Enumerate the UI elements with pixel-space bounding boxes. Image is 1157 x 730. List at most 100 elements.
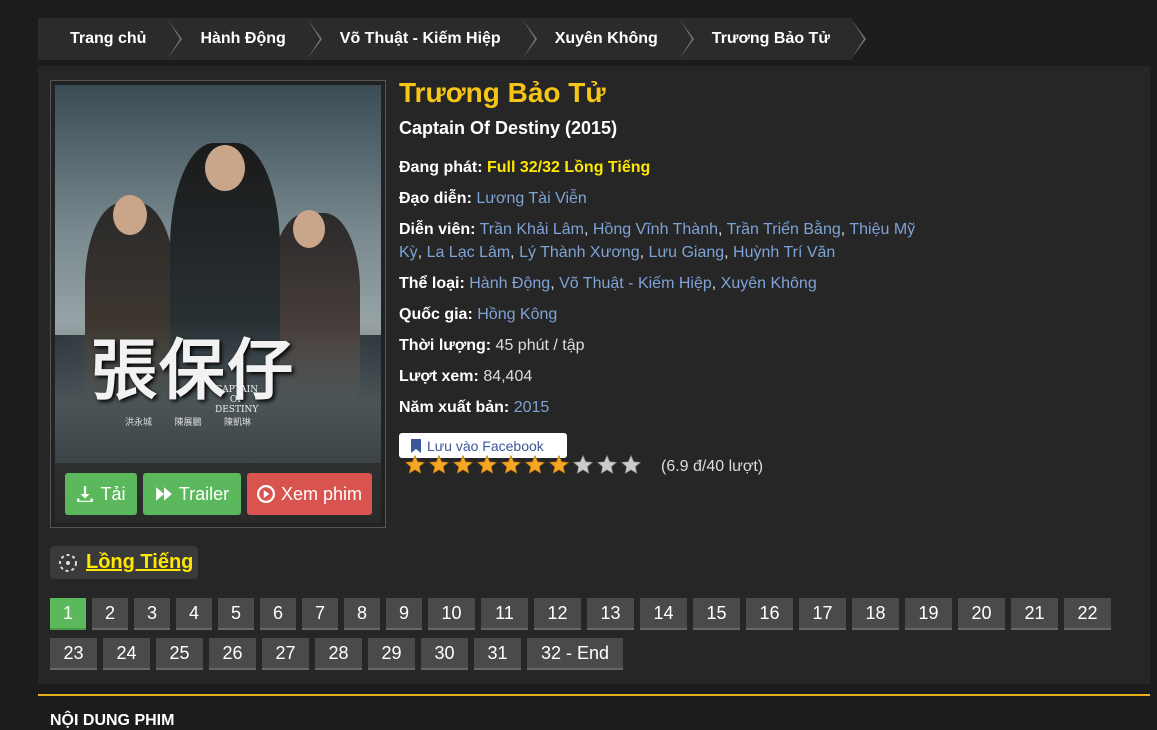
star-filled-icon[interactable] bbox=[404, 454, 426, 476]
star-filled-icon[interactable] bbox=[500, 454, 522, 476]
episode-button[interactable]: 6 bbox=[260, 598, 296, 630]
episode-button[interactable]: 30 bbox=[421, 638, 468, 670]
play-circle-icon bbox=[256, 485, 275, 503]
movie-panel: 張保仔 CAPTAIN OF DESTINY 洪永城 陳展鵬 陳凱琳 Tải T… bbox=[38, 66, 1150, 684]
cast-link[interactable]: Lưu Giang bbox=[649, 244, 725, 261]
views-value: 84,404 bbox=[483, 368, 533, 385]
episode-button[interactable]: 27 bbox=[262, 638, 309, 670]
episode-button[interactable]: 25 bbox=[156, 638, 203, 670]
cast-link[interactable]: Trần Khải Lâm bbox=[480, 221, 584, 238]
poster-calligraphy: 張保仔 bbox=[91, 331, 295, 409]
bookmark-icon bbox=[411, 438, 421, 453]
star-empty-icon[interactable] bbox=[572, 454, 594, 476]
episode-button[interactable]: 14 bbox=[640, 598, 687, 630]
spinner-icon bbox=[59, 553, 77, 572]
poster-caption: CAPTAIN OF DESTINY bbox=[215, 385, 259, 415]
episode-button[interactable]: 5 bbox=[218, 598, 254, 630]
episode-button[interactable]: 16 bbox=[746, 598, 793, 630]
star-empty-icon[interactable] bbox=[596, 454, 618, 476]
episode-button[interactable]: 13 bbox=[587, 598, 634, 630]
country-link[interactable]: Hồng Kông bbox=[477, 306, 557, 323]
section-divider bbox=[38, 694, 1150, 696]
episode-button[interactable]: 11 bbox=[481, 598, 528, 630]
episode-button[interactable]: 17 bbox=[799, 598, 846, 630]
episode-button[interactable]: 9 bbox=[386, 598, 422, 630]
rating-stars[interactable] bbox=[404, 454, 642, 476]
episode-button[interactable]: 29 bbox=[368, 638, 415, 670]
views-row: Lượt xem: 84,404 bbox=[399, 368, 533, 385]
episode-button[interactable]: 3 bbox=[134, 598, 170, 630]
episode-button[interactable]: 4 bbox=[176, 598, 212, 630]
genre-link[interactable]: Xuyên Không bbox=[721, 275, 817, 292]
star-filled-icon[interactable] bbox=[428, 454, 450, 476]
genre-row: Thể loại: Hành Động, Võ Thuật - Kiếm Hiệ… bbox=[399, 275, 817, 292]
breadcrumb: Trang chủ Hành Động Võ Thuật - Kiếm Hiệp… bbox=[38, 18, 866, 60]
episode-button[interactable]: 1 bbox=[50, 598, 86, 630]
poster-action-bar: Tải Trailer Xem phim bbox=[55, 463, 381, 523]
movie-title: Trương Bảo Tử bbox=[399, 77, 606, 108]
director-row: Đạo diễn: Lương Tài Viễn bbox=[399, 190, 587, 207]
download-button[interactable]: Tải bbox=[65, 473, 137, 515]
episode-button[interactable]: 7 bbox=[302, 598, 338, 630]
poster-head-center bbox=[205, 145, 245, 191]
episode-button[interactable]: 8 bbox=[344, 598, 380, 630]
episode-button[interactable]: 12 bbox=[534, 598, 581, 630]
breadcrumb-current[interactable]: Trương Bảo Tử bbox=[680, 18, 866, 60]
cast-link[interactable]: Trần Triển Bằng bbox=[727, 221, 841, 238]
watch-label: Xem phim bbox=[280, 483, 363, 504]
episode-button[interactable]: 15 bbox=[693, 598, 740, 630]
movie-subtitle: Captain Of Destiny (2015) bbox=[399, 118, 618, 138]
download-icon bbox=[77, 486, 94, 502]
star-filled-icon[interactable] bbox=[524, 454, 546, 476]
status-value: Full 32/32 Lồng Tiếng bbox=[487, 159, 651, 176]
trailer-button[interactable]: Trailer bbox=[143, 473, 241, 515]
status-row: Đang phát: Full 32/32 Lồng Tiếng bbox=[399, 159, 651, 176]
episode-button[interactable]: 22 bbox=[1064, 598, 1111, 630]
poster-head-right bbox=[293, 210, 325, 248]
fast-forward-icon bbox=[155, 487, 172, 501]
download-label: Tải bbox=[100, 483, 126, 504]
star-filled-icon[interactable] bbox=[452, 454, 474, 476]
cast-link[interactable]: La Lạc Lâm bbox=[427, 244, 511, 261]
watch-button[interactable]: Xem phim bbox=[247, 473, 372, 515]
episode-button[interactable]: 18 bbox=[852, 598, 899, 630]
poster-frame: 張保仔 CAPTAIN OF DESTINY 洪永城 陳展鵬 陳凱琳 Tải T… bbox=[50, 80, 386, 528]
breadcrumb-home[interactable]: Trang chủ bbox=[38, 18, 183, 60]
episode-button[interactable]: 2 bbox=[92, 598, 128, 630]
episode-button[interactable]: 26 bbox=[209, 638, 256, 670]
episode-button[interactable]: 20 bbox=[958, 598, 1005, 630]
genre-link[interactable]: Võ Thuật - Kiếm Hiệp bbox=[559, 275, 712, 292]
episode-button[interactable]: 28 bbox=[315, 638, 362, 670]
cast-link[interactable]: Lý Thành Xương bbox=[519, 244, 640, 261]
episode-button[interactable]: 32 - End bbox=[527, 638, 623, 670]
cast-link[interactable]: Hồng Vĩnh Thành bbox=[593, 221, 718, 238]
movie-info: Trương Bảo Tử Captain Of Destiny (2015) … bbox=[399, 74, 919, 427]
cast-link[interactable]: Huỳnh Trí Văn bbox=[733, 244, 835, 261]
episode-button[interactable]: 31 bbox=[474, 638, 521, 670]
episode-button[interactable]: 23 bbox=[50, 638, 97, 670]
episode-button[interactable]: 21 bbox=[1011, 598, 1058, 630]
dub-server-label[interactable]: Lồng Tiếng bbox=[50, 546, 198, 579]
poster-credits: 洪永城 陳展鵬 陳凱琳 bbox=[125, 417, 252, 427]
year-link[interactable]: 2015 bbox=[514, 399, 550, 416]
trailer-label: Trailer bbox=[178, 483, 230, 504]
star-filled-icon[interactable] bbox=[476, 454, 498, 476]
dub-label[interactable]: Lồng Tiếng bbox=[86, 551, 193, 574]
duration-row: Thời lượng: 45 phút / tập bbox=[399, 337, 585, 354]
breadcrumb-martial-arts[interactable]: Võ Thuật - Kiếm Hiệp bbox=[308, 18, 537, 60]
episode-button[interactable]: 19 bbox=[905, 598, 952, 630]
duration-value: 45 phút / tập bbox=[495, 337, 585, 354]
breadcrumb-time-travel[interactable]: Xuyên Không bbox=[523, 18, 694, 60]
episode-button[interactable]: 10 bbox=[428, 598, 475, 630]
section-title: NỘI DUNG PHIM bbox=[50, 712, 175, 729]
rating-text: (6.9 đ/40 lượt) bbox=[661, 458, 764, 475]
movie-poster[interactable]: 張保仔 CAPTAIN OF DESTINY 洪永城 陳展鵬 陳凱琳 Tải T… bbox=[55, 85, 381, 523]
year-row: Năm xuất bản: 2015 bbox=[399, 399, 550, 416]
genre-link[interactable]: Hành Động bbox=[469, 275, 550, 292]
star-filled-icon[interactable] bbox=[548, 454, 570, 476]
director-link[interactable]: Lương Tài Viễn bbox=[476, 190, 586, 207]
country-row: Quốc gia: Hồng Kông bbox=[399, 306, 558, 323]
episode-button[interactable]: 24 bbox=[103, 638, 150, 670]
breadcrumb-action[interactable]: Hành Động bbox=[168, 18, 322, 60]
star-empty-icon[interactable] bbox=[620, 454, 642, 476]
